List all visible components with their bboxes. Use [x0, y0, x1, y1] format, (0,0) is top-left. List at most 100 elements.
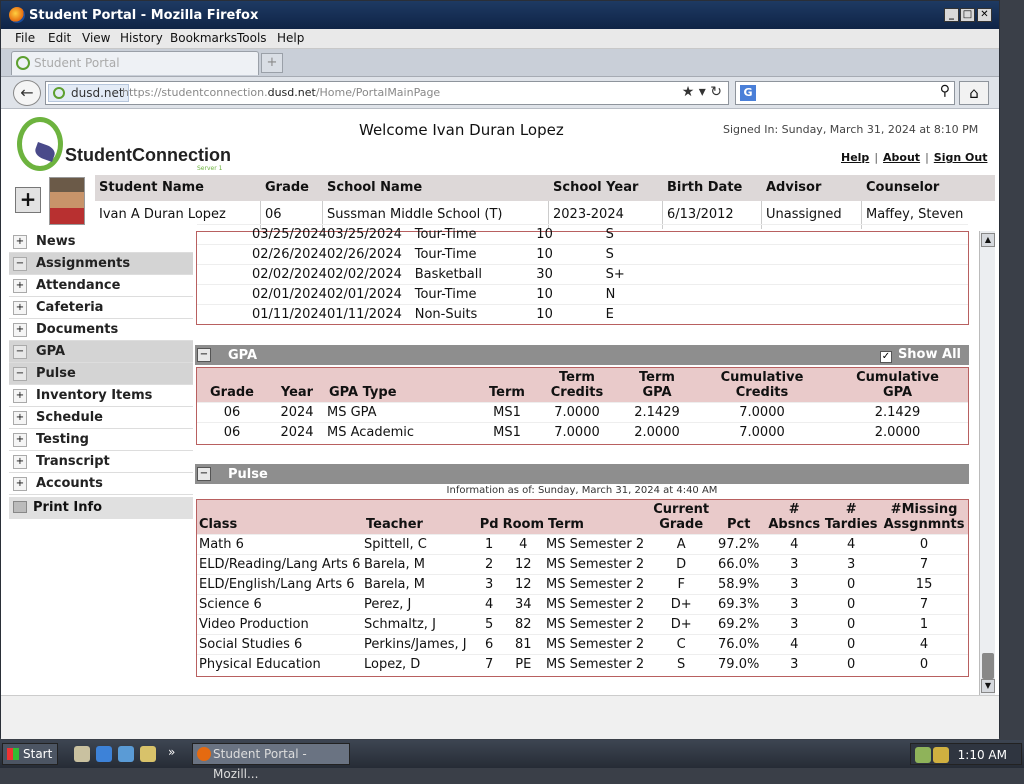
site-identity-button[interactable]: dusd.net: [48, 84, 129, 102]
sidebar-item-documents[interactable]: + Documents: [9, 319, 193, 341]
about-link[interactable]: About: [883, 151, 920, 164]
help-link[interactable]: Help: [841, 151, 869, 164]
search-icon[interactable]: ⚲: [940, 83, 950, 99]
maximize-button[interactable]: □: [960, 8, 975, 22]
sidebar-item-pulse[interactable]: − Pulse: [9, 363, 193, 385]
dropdown-arrow-icon[interactable]: ▾: [699, 84, 706, 100]
more-quicklaunch-icon[interactable]: »: [168, 745, 175, 759]
menu-history[interactable]: History: [120, 31, 163, 45]
table-cell: 3: [766, 554, 823, 575]
browser-tab[interactable]: Student Portal: [11, 51, 259, 75]
table-cell: 3: [822, 554, 881, 575]
collapse-icon[interactable]: −: [197, 467, 211, 481]
table-cell: S: [651, 654, 712, 675]
collapse-icon[interactable]: −: [13, 367, 27, 381]
checkbox-checked-icon[interactable]: ✓: [879, 351, 892, 363]
scroll-up-arrow-icon[interactable]: ▲: [981, 233, 995, 247]
expand-icon[interactable]: +: [13, 455, 27, 469]
search-box[interactable]: G ⚲: [735, 81, 955, 105]
table-cell: 0: [822, 634, 881, 655]
table-cell: 12: [500, 554, 547, 575]
new-tab-button[interactable]: +: [261, 53, 283, 73]
volume-tray-icon[interactable]: [933, 747, 949, 763]
signed-in-text: Signed In: Sunday, March 31, 2024 at 8:1…: [723, 123, 979, 136]
table-cell: Tour-Time: [414, 224, 532, 245]
expand-icon[interactable]: +: [13, 235, 27, 249]
expand-icon[interactable]: +: [13, 433, 27, 447]
sidebar-item-news[interactable]: + News: [9, 231, 193, 253]
table-cell: Math 6: [197, 534, 364, 555]
sidebar-item-schedule[interactable]: + Schedule: [9, 407, 193, 429]
table-cell: Social Studies 6: [197, 634, 364, 655]
close-button[interactable]: ✕: [977, 8, 992, 22]
google-icon[interactable]: G: [740, 85, 756, 101]
logo-subtext: Server 1: [197, 165, 223, 172]
table-cell: MS Semester 2: [546, 614, 652, 635]
pulse-section-header: − Pulse: [195, 464, 969, 484]
table-cell: 5: [477, 614, 501, 635]
sidebar-item-inventory-items[interactable]: + Inventory Items: [9, 385, 193, 407]
table-cell: 66.0%: [711, 554, 767, 575]
page-scrollbar[interactable]: ▲ ▼: [979, 231, 995, 695]
sidebar-item-cafeteria[interactable]: + Cafeteria: [9, 297, 193, 319]
sidebar-item-attendance[interactable]: + Attendance: [9, 275, 193, 297]
browser-quicklaunch-icon[interactable]: [96, 746, 112, 762]
site-favicon-icon: [16, 56, 30, 70]
sidebar-item-assignments[interactable]: − Assignments: [9, 253, 193, 275]
bookmark-star-icon[interactable]: ★: [682, 84, 695, 100]
menu-help[interactable]: Help: [277, 31, 304, 45]
expand-icon[interactable]: +: [13, 279, 27, 293]
sidebar-item-gpa[interactable]: − GPA: [9, 341, 193, 363]
firefox-icon: [9, 7, 25, 23]
collapse-icon[interactable]: −: [13, 257, 27, 271]
table-cell: 2.0000: [827, 422, 968, 443]
start-button[interactable]: Start: [2, 743, 58, 765]
scrollbar-thumb[interactable]: [982, 653, 994, 679]
show-all-toggle[interactable]: ✓ Show All: [879, 347, 961, 363]
pulse-row: ELD/English/Lang Arts 6 Barela, M 3 12 MS Se…: [197, 574, 968, 595]
table-cell: Non-Suits: [414, 304, 532, 325]
sidebar-item-testing[interactable]: + Testing: [9, 429, 193, 451]
menu-view[interactable]: View: [82, 31, 110, 45]
table-cell: 7.0000: [697, 402, 827, 423]
home-button[interactable]: ⌂: [959, 81, 989, 105]
menu-tools[interactable]: Tools: [237, 31, 267, 45]
taskbar-app-firefox[interactable]: Student Portal - Mozill...: [192, 743, 350, 781]
pulse-row: Social Studies 6 Perkins/James, J 6 81 MS Se…: [197, 634, 968, 655]
table-cell: 0: [880, 534, 968, 555]
menu-edit[interactable]: Edit: [48, 31, 71, 45]
expand-icon[interactable]: +: [13, 477, 27, 491]
expand-icon[interactable]: +: [13, 411, 27, 425]
table-cell: 4: [477, 594, 501, 615]
folder-quicklaunch-icon[interactable]: [140, 746, 156, 762]
sidebar-item-transcript[interactable]: + Transcript: [9, 451, 193, 473]
sidebar-item-accounts[interactable]: + Accounts: [9, 473, 193, 495]
table-cell: 79.0%: [711, 654, 767, 675]
expand-icon[interactable]: +: [13, 301, 27, 315]
scroll-down-arrow-icon[interactable]: ▼: [981, 679, 995, 693]
explorer-quicklaunch-icon[interactable]: [118, 746, 134, 762]
expand-icon[interactable]: +: [13, 323, 27, 337]
collapse-icon[interactable]: −: [197, 348, 211, 362]
table-cell: 10: [531, 284, 586, 305]
table-cell: 2.0000: [617, 422, 697, 443]
minimize-button[interactable]: _: [944, 8, 959, 22]
table-cell: 3: [477, 574, 501, 595]
menu-bookmarks[interactable]: Bookmarks: [170, 31, 237, 45]
show-desktop-icon[interactable]: [74, 746, 90, 762]
gpa-row: 06 2024 MS Academic MS1 7.0000 2.0000 7.0000 2.…: [197, 422, 968, 443]
pulse-header-row: Class Teacher Pd Room Term Current Grade …: [197, 500, 968, 535]
print-info-button[interactable]: Print Info: [9, 497, 193, 519]
col-student-name: Student Name: [99, 180, 204, 195]
expand-icon[interactable]: +: [13, 389, 27, 403]
reload-icon[interactable]: ↻: [710, 84, 722, 100]
network-tray-icon[interactable]: [915, 747, 931, 763]
gpa-section-header: − GPA ✓ Show All: [195, 345, 969, 365]
table-cell: Tour-Time: [414, 244, 532, 265]
add-student-button[interactable]: +: [15, 187, 41, 213]
collapse-icon[interactable]: −: [13, 345, 27, 359]
back-button[interactable]: ←: [13, 80, 41, 106]
address-bar[interactable]: dusd.net https://studentconnection.dusd.…: [45, 81, 729, 105]
menu-file[interactable]: File: [15, 31, 35, 45]
sign-out-link[interactable]: Sign Out: [934, 151, 988, 164]
